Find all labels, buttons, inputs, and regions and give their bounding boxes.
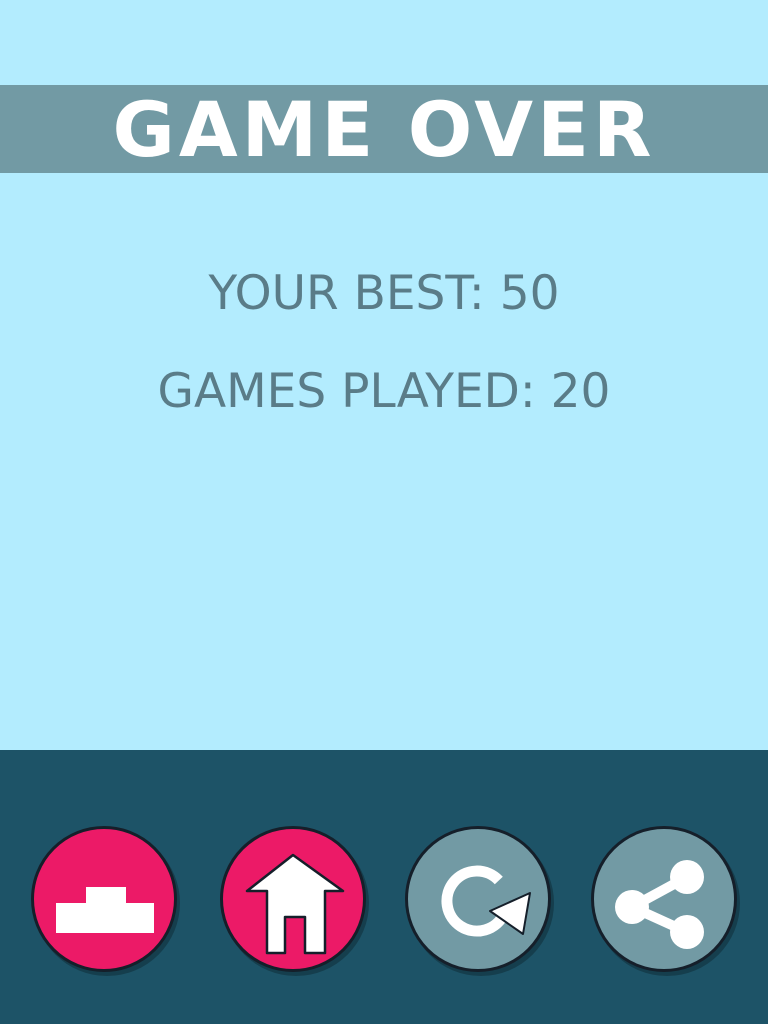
game-over-banner: GAME OVER bbox=[0, 85, 768, 173]
restart-button[interactable] bbox=[405, 826, 551, 972]
podium-icon bbox=[56, 887, 154, 933]
share-icon bbox=[615, 860, 704, 949]
game-over-title: GAME OVER bbox=[112, 85, 656, 174]
leaderboard-button[interactable] bbox=[31, 826, 177, 972]
home-icon bbox=[245, 853, 345, 955]
best-score-label: YOUR BEST: 50 bbox=[208, 266, 560, 321]
restart-icon bbox=[441, 865, 531, 937]
share-button[interactable] bbox=[591, 826, 737, 972]
games-played-label: GAMES PLAYED: 20 bbox=[157, 364, 611, 419]
home-button[interactable] bbox=[220, 826, 366, 972]
